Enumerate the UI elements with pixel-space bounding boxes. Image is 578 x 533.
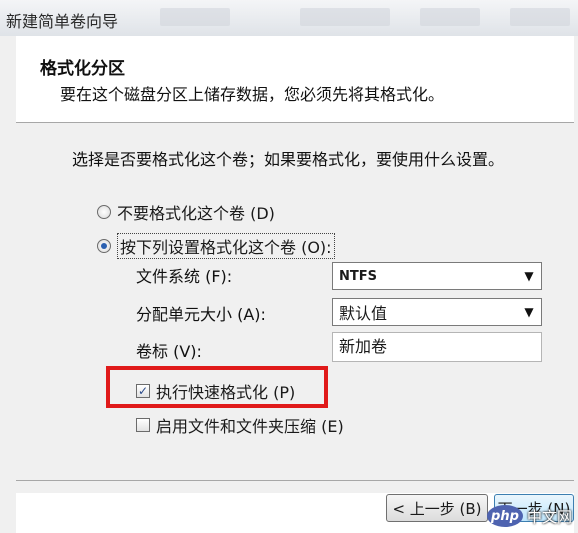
blurred-area: [160, 8, 230, 26]
back-button[interactable]: < 上一步 (B): [386, 494, 488, 522]
php-logo-icon: php: [486, 505, 523, 527]
window-title: 新建简单卷向导: [6, 12, 119, 31]
compression-checkbox[interactable]: [136, 418, 150, 432]
filesystem-value: NTFS: [339, 268, 377, 284]
filesystem-label: 文件系统 (F):: [136, 267, 233, 286]
compression-checkbox-row[interactable]: 启用文件和文件夹压缩 (E): [136, 413, 344, 437]
blurred-area: [300, 8, 390, 26]
dialog-frame-left: [0, 36, 16, 533]
volume-label-input[interactable]: 新加卷: [332, 332, 542, 362]
red-highlight-box: [106, 366, 328, 408]
watermark-text: 中文网: [526, 507, 572, 526]
radio-no-format-label: 不要格式化这个卷 (D): [117, 204, 275, 223]
radio-format[interactable]: 按下列设置格式化这个卷 (O):: [97, 233, 335, 259]
page-title: 格式化分区: [40, 59, 125, 79]
chevron-down-icon[interactable]: ▼: [517, 305, 541, 319]
site-watermark: php 中文网: [486, 505, 572, 527]
radio-no-format[interactable]: 不要格式化这个卷 (D): [97, 200, 275, 224]
wizard-header: 格式化分区 要在这个磁盘分区上储存数据，您必须先将其格式化。: [16, 36, 574, 123]
radio-button-selected[interactable]: [97, 239, 111, 253]
blurred-area: [510, 8, 570, 26]
filesystem-select[interactable]: NTFS ▼: [332, 262, 542, 290]
radio-button[interactable]: [97, 205, 111, 219]
allocation-value: 默认值: [339, 304, 388, 323]
allocation-label: 分配单元大小 (A):: [136, 305, 266, 324]
allocation-select[interactable]: 默认值 ▼: [332, 298, 542, 326]
page-subtitle: 要在这个磁盘分区上储存数据，您必须先将其格式化。: [60, 85, 445, 104]
chevron-down-icon[interactable]: ▼: [517, 269, 541, 283]
blurred-area: [420, 8, 480, 26]
title-bar: 新建简单卷向导: [0, 0, 578, 37]
volume-label-label: 卷标 (V):: [136, 342, 202, 361]
radio-format-label: 按下列设置格式化这个卷 (O):: [117, 233, 335, 259]
format-prompt: 选择是否要格式化这个卷；如果要格式化，要使用什么设置。: [72, 150, 505, 169]
dialog-frame-right: [574, 36, 578, 533]
footer-divider: [16, 480, 574, 481]
compression-label: 启用文件和文件夹压缩 (E): [156, 417, 344, 436]
